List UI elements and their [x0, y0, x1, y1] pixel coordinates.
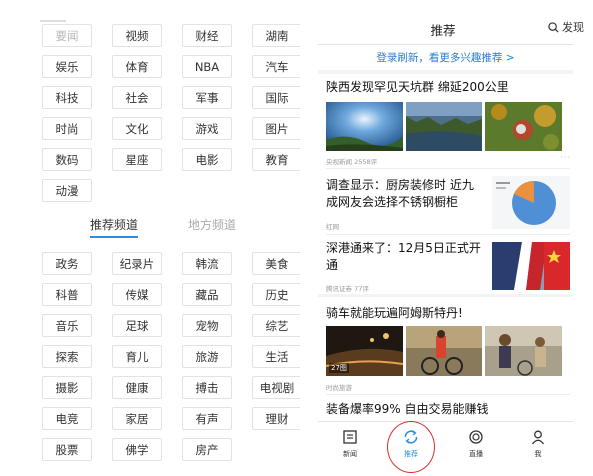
channel-chip[interactable]: 有声 — [182, 407, 232, 430]
channel-chip[interactable]: 足球 — [112, 314, 162, 337]
channel-chip[interactable]: 财经 — [182, 24, 232, 47]
nav-me[interactable]: 我 — [518, 428, 558, 459]
channel-chip[interactable]: 音乐 — [42, 314, 92, 337]
discover-label: 发现 — [562, 21, 584, 34]
channel-chip[interactable]: 韩流 — [182, 252, 232, 275]
article-title: 陕西发现罕见天坑群 绵延200公里 — [326, 80, 509, 94]
article-thumbnail — [492, 242, 570, 290]
article-comments: 77评 — [354, 285, 369, 293]
channel-chip[interactable]: 电视剧 — [252, 376, 300, 399]
channel-chip[interactable]: 电影 — [182, 148, 232, 171]
channel-chip[interactable]: 搏击 — [182, 376, 232, 399]
live-icon — [467, 428, 485, 446]
article-thumbnail — [492, 176, 570, 229]
article-title: 调查显示：厨房装修时 近九 成网友会选择不锈钢橱柜 — [326, 178, 474, 209]
channel-chip[interactable]: NBA — [182, 55, 232, 78]
article-source: 红网 — [326, 223, 339, 231]
channel-chip[interactable]: 时尚 — [42, 117, 92, 140]
channel-editor-panel: 要闻 视频 财经 湖南娱乐 体育 NBA 汽车科技 社会 军事 国际时尚 文化 游戏 图片数码 星座 电影教… — [0, 0, 300, 476]
tab-local-channels[interactable]: 地方频道 — [188, 216, 236, 233]
channel-tabs: 推荐频道 地方频道 — [80, 216, 270, 242]
channel-chip[interactable]: 探索 — [42, 345, 92, 368]
article-title: 深港通来了：12月5日正式开 通 — [326, 241, 481, 272]
channel-chip[interactable]: 军事 — [182, 86, 232, 109]
channel-chip[interactable]: 育儿 — [112, 345, 162, 368]
channel-chip[interactable]: 星座 — [112, 148, 162, 171]
discover-button[interactable]: 发现 — [548, 19, 584, 35]
channel-chip[interactable]: 图片 — [252, 117, 300, 140]
channel-chip[interactable]: 社会 — [112, 86, 162, 109]
channel-chip[interactable]: 数码 — [42, 148, 92, 171]
article-thumbnail — [326, 102, 403, 151]
channel-chip[interactable]: 旅游 — [182, 345, 232, 368]
channel-chip[interactable]: 历史 — [252, 283, 300, 306]
channel-chip[interactable]: 电竞 — [42, 407, 92, 430]
article-title: 骑车就能玩遍阿姆斯特丹! — [326, 306, 463, 320]
channel-chip[interactable]: 教育 — [252, 148, 300, 171]
channel-chip[interactable]: 汽车 — [252, 55, 300, 78]
article-source: 时尚旅游 — [326, 384, 352, 392]
recommended-channels-grid: 政务 纪录片 韩流 美食 科普 传媒 藏品 历史 音乐 足球 宠物 综艺 探索 育儿 旅游 生活 摄影 健康 搏击电… — [42, 252, 300, 461]
channel-chip[interactable]: 房产 — [182, 438, 232, 461]
image-count-badge: 27图 — [329, 363, 349, 373]
search-icon — [548, 21, 559, 33]
channel-chip[interactable]: 宠物 — [182, 314, 232, 337]
channel-chip[interactable]: 理财 — [252, 407, 300, 430]
channel-chip[interactable]: 娱乐 — [42, 55, 92, 78]
news-feed-panel: 推荐 发现 登录刷新，看更多兴趣推荐 > 陕西发现罕见天坑群 绵延200公里 央… — [318, 0, 593, 476]
channel-chip[interactable]: 佛学 — [112, 438, 162, 461]
channel-chip[interactable]: 传媒 — [112, 283, 162, 306]
news-icon — [341, 428, 359, 446]
channel-chip[interactable]: 科技 — [42, 86, 92, 109]
article-thumbnail: 27图 — [326, 326, 403, 376]
channel-chip[interactable]: 湖南 — [252, 24, 300, 47]
channel-chip[interactable]: 股票 — [42, 438, 92, 461]
article-thumbnail — [485, 102, 562, 151]
login-refresh-link[interactable]: 登录刷新，看更多兴趣推荐 > — [318, 50, 573, 65]
bottom-nav: 新闻 推荐 直播 我 — [318, 421, 573, 476]
more-options-icon[interactable]: ··· — [560, 153, 571, 162]
article-title: 装备爆率99% 自由交易能赚钱 — [326, 402, 489, 416]
article-thumbnail — [406, 326, 482, 376]
nav-news[interactable]: 新闻 — [330, 428, 370, 459]
channel-chip[interactable]: 藏品 — [182, 283, 232, 306]
channel-chip[interactable]: 游戏 — [182, 117, 232, 140]
article-source: 腾讯证券 — [326, 285, 352, 293]
article-thumbnail — [485, 326, 562, 376]
channel-chip[interactable]: 纪录片 — [112, 252, 162, 275]
page-title: 推荐 — [430, 23, 456, 38]
channel-chip[interactable]: 健康 — [112, 376, 162, 399]
tab-recommended-channels[interactable]: 推荐频道 — [90, 216, 139, 238]
channel-chip[interactable]: 生活 — [252, 345, 300, 368]
feed-header: 推荐 发现 — [318, 16, 584, 42]
article-comments: 2558评 — [354, 158, 378, 166]
profile-icon — [529, 428, 547, 446]
channel-chip[interactable]: 视频 — [112, 24, 162, 47]
channel-chip[interactable]: 摄影 — [42, 376, 92, 399]
screenshot: 要闻 视频 财经 湖南娱乐 体育 NBA 汽车科技 社会 军事 国际时尚 文化 游戏 图片数码 星座 电影教… — [0, 0, 593, 476]
channel-chip[interactable]: 综艺 — [252, 314, 300, 337]
article-source: 央视新闻 — [326, 158, 352, 166]
channel-chip[interactable]: 美食 — [252, 252, 300, 275]
channel-chip[interactable]: 家居 — [112, 407, 162, 430]
nav-live[interactable]: 直播 — [456, 428, 496, 459]
channel-chip[interactable]: 体育 — [112, 55, 162, 78]
channel-chip[interactable]: 动漫 — [42, 179, 92, 202]
article-thumbnail — [406, 102, 482, 151]
channel-chip[interactable]: 文化 — [112, 117, 162, 140]
refresh-icon — [402, 428, 420, 446]
channel-chip[interactable]: 政务 — [42, 252, 92, 275]
channel-chip[interactable]: 要闻 — [42, 24, 92, 47]
nav-recommend[interactable]: 推荐 — [391, 428, 431, 459]
drag-handle — [40, 20, 66, 22]
channel-chip[interactable]: 国际 — [252, 86, 300, 109]
channel-chip[interactable]: 科普 — [42, 283, 92, 306]
my-channels-grid: 要闻 视频 财经 湖南娱乐 体育 NBA 汽车科技 社会 军事 国际时尚 文化 游戏 图片数码 星座 电影教… — [42, 24, 300, 202]
